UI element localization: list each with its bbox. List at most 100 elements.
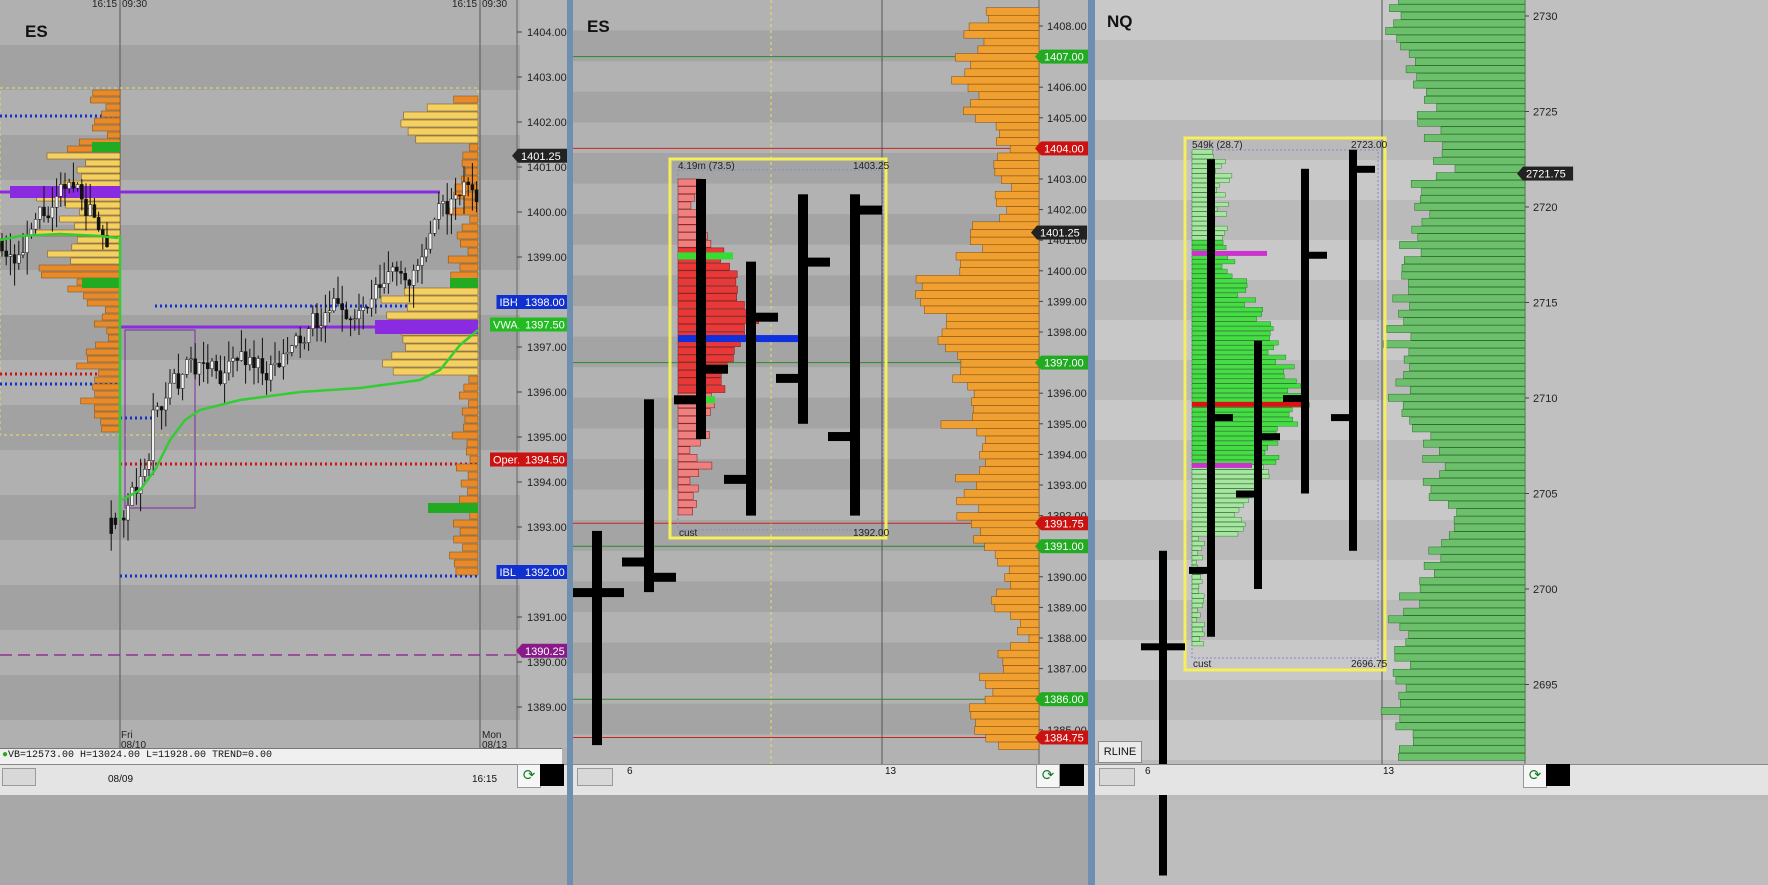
vwap-tag-text: 1397.50 <box>525 320 565 332</box>
volume-profile-bar <box>979 466 1040 475</box>
volume-profile-bar <box>1444 462 1526 471</box>
candle-body <box>50 207 55 219</box>
volume-profile-bar <box>459 263 479 272</box>
volume-profile-bar <box>974 726 1040 735</box>
axis-tick-label: 1387.00 <box>1047 664 1087 676</box>
last-price-tag-text: 1401.25 <box>1040 228 1080 240</box>
volume-profile-bar <box>924 305 1040 314</box>
candle-body <box>361 306 365 311</box>
scroll-box[interactable] <box>577 768 613 786</box>
panel-divider[interactable] <box>1088 0 1095 885</box>
volume-profile-bar <box>979 451 1040 460</box>
volume-profile-bar <box>101 313 121 321</box>
composite-profile-bar <box>1191 287 1247 293</box>
volume-profile-bar <box>1399 714 1526 723</box>
candle-body <box>445 201 449 215</box>
candle-body <box>197 362 202 375</box>
axis-tick-label: 1403.00 <box>1047 174 1087 186</box>
background-band <box>0 495 567 540</box>
volume-profile-bar <box>1414 202 1526 211</box>
candle-body <box>332 298 336 312</box>
daily-bar-open <box>828 432 850 442</box>
volume-profile-bar <box>462 543 479 552</box>
candle-body <box>12 254 17 264</box>
volume-profile-bar <box>975 114 1040 123</box>
composite-profile-bar <box>1191 631 1205 637</box>
volume-profile-bar <box>92 89 121 97</box>
volume-profile-bar <box>991 596 1040 605</box>
volume-profile-bar <box>1401 409 1526 417</box>
volume-profile-bar <box>1394 653 1526 662</box>
volume-profile-bar <box>81 173 121 181</box>
composite-profile-bar <box>1191 369 1285 374</box>
candle-body <box>201 362 206 364</box>
volume-profile-bar <box>971 519 1040 529</box>
rline-button[interactable]: RLINE <box>1098 741 1142 763</box>
daily-bar-close <box>860 205 882 215</box>
tag-1391-75-text: 1391.75 <box>1044 518 1084 530</box>
daily-bar-close <box>1167 643 1185 651</box>
volume-profile-bar <box>46 152 121 160</box>
profile-va-high <box>450 278 478 288</box>
volume-profile-bar <box>964 68 1040 77</box>
chart-panel-nq-daily[interactable]: 2730 2725 2720 2715 2710 2705 2700 2695 549k (28… <box>1095 0 1768 885</box>
composite-profile-bar <box>1191 588 1199 594</box>
volume-profile-bar <box>460 239 479 248</box>
candle-body <box>281 353 286 368</box>
axis-tick-label: 2720 <box>1533 202 1557 214</box>
es-daily-chart[interactable]: 1408.00 1407.00 1406.00 1405.00 1404.00 1403.… <box>573 0 1088 885</box>
volume-profile-bar <box>980 527 1040 536</box>
purple-level-tag-text: 1390.25 <box>525 646 565 658</box>
volume-profile-bar <box>1436 103 1526 112</box>
candle-body <box>365 306 370 309</box>
scroll-box[interactable] <box>1099 768 1135 786</box>
volume-profile-bar <box>985 680 1040 689</box>
candle-body <box>113 517 118 525</box>
color-swatch <box>1060 764 1084 786</box>
volume-profile-bar <box>87 355 121 363</box>
candle-body <box>159 406 164 411</box>
volume-profile-bar <box>1435 172 1526 181</box>
candle-body <box>382 283 386 288</box>
chart-panel-es-daily[interactable]: 1408.00 1407.00 1406.00 1405.00 1404.00 1403.… <box>573 0 1088 885</box>
refresh-icon[interactable]: ⟳ <box>1523 764 1547 788</box>
volume-profile-bar <box>971 397 1040 406</box>
candle-body <box>323 312 328 327</box>
daily-bar-open <box>1331 414 1349 422</box>
volume-profile-bar <box>1430 432 1526 440</box>
volume-profile-bar <box>985 7 1040 16</box>
candle-body <box>25 234 29 253</box>
volume-profile-bar <box>1004 573 1040 582</box>
volume-profile-bar <box>453 191 479 200</box>
composite-profile-bar <box>1191 373 1285 379</box>
volume-profile-bar <box>1386 325 1526 333</box>
volume-profile-bar <box>915 275 1040 284</box>
volume-profile-bar <box>1428 546 1526 555</box>
volume-profile-bar <box>469 215 479 224</box>
composite-profile-bar <box>1191 316 1257 322</box>
daily-bar <box>1159 550 1167 876</box>
candle-body <box>151 409 155 461</box>
nq-daily-chart[interactable]: 2730 2725 2720 2715 2710 2705 2700 2695 549k (28… <box>1095 0 1768 885</box>
refresh-icon[interactable]: ⟳ <box>517 764 541 788</box>
volume-profile-bar <box>967 83 1040 92</box>
volume-profile-bar <box>970 711 1040 720</box>
volume-profile-bar <box>1442 141 1526 150</box>
composite-profile-bar <box>1191 536 1199 542</box>
candle-body <box>126 505 130 521</box>
candle-body <box>399 271 403 274</box>
daily-bar <box>798 194 808 424</box>
volume-profile-bar <box>459 391 479 400</box>
chart-panel-es-intraday[interactable]: 1404.00 1403.00 1402.00 1401.00 1400.00 1399.… <box>0 0 567 885</box>
refresh-icon[interactable]: ⟳ <box>1036 764 1060 788</box>
background-band <box>0 450 567 495</box>
volume-profile-bar <box>448 207 479 216</box>
va-low-bar <box>1192 462 1252 468</box>
composite-profile-bar <box>1191 359 1276 365</box>
volume-profile-bar <box>1382 340 1526 349</box>
volume-profile-bar <box>108 334 121 342</box>
volume-profile-bar <box>1400 42 1526 51</box>
scroll-box[interactable] <box>2 768 36 786</box>
composite-profile-bar <box>1191 550 1198 556</box>
candle-body <box>54 196 59 208</box>
